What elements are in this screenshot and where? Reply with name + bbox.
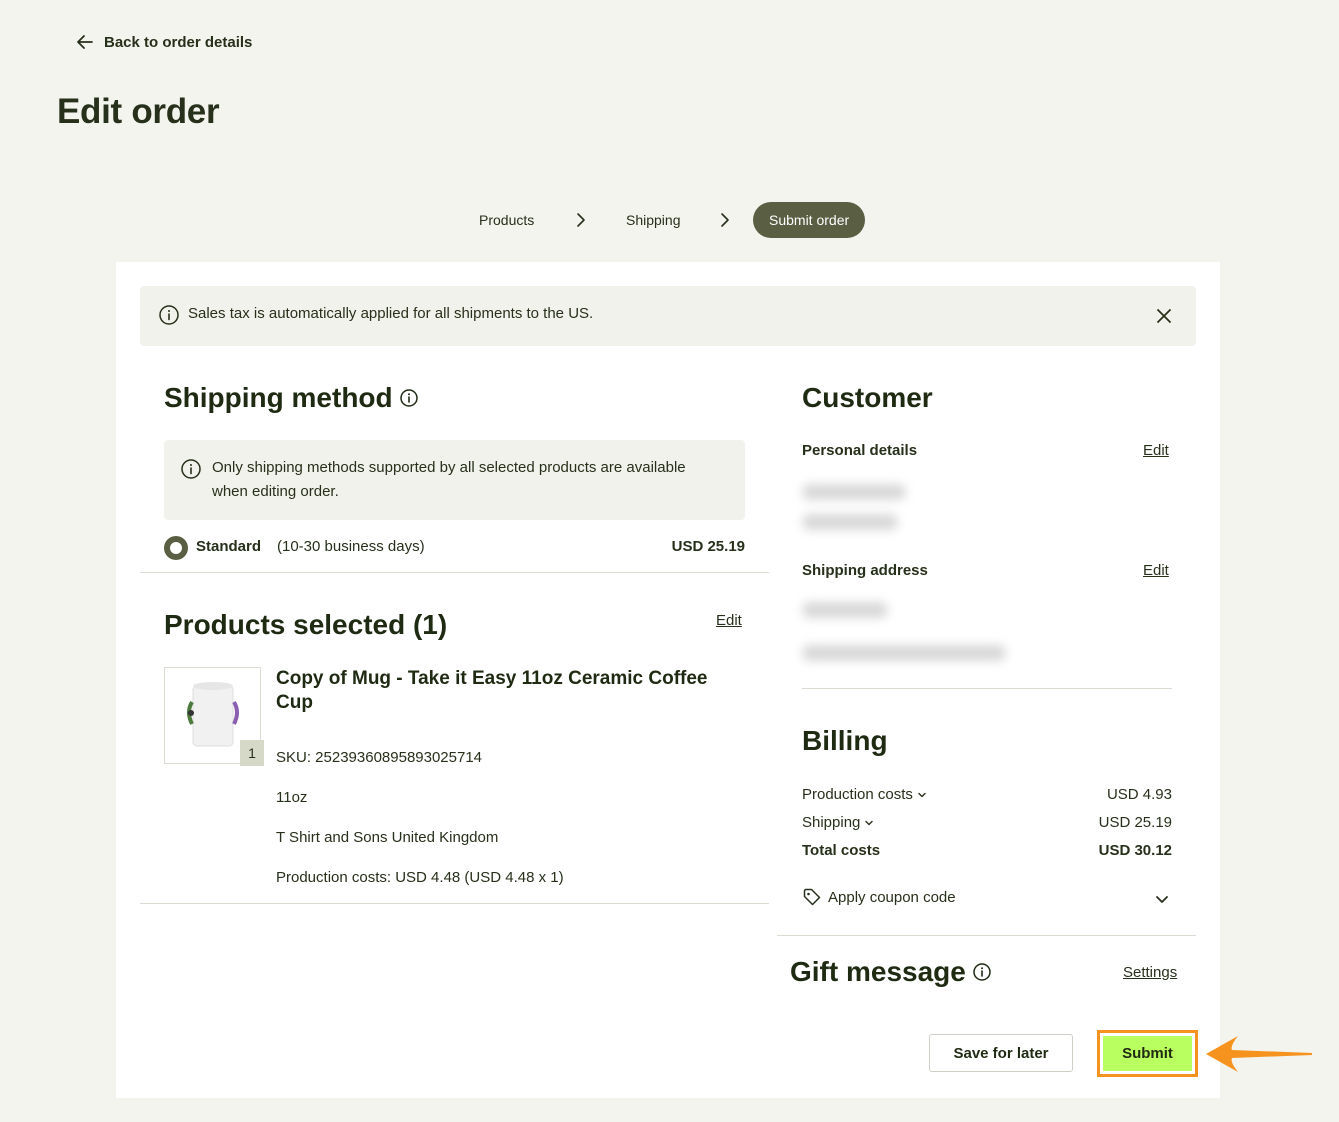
product-title: Copy of Mug - Take it Easy 11oz Ceramic … [276, 667, 746, 715]
arrow-pointer-icon [1206, 1036, 1312, 1072]
apply-coupon-toggle[interactable]: Apply coupon code [802, 887, 956, 907]
divider [777, 935, 1196, 936]
gift-message-heading: Gift message [790, 956, 992, 988]
chevron-down-icon [918, 792, 926, 798]
submit-button[interactable]: Submit [1103, 1036, 1192, 1071]
shipping-address-edit-link[interactable]: Edit [1143, 562, 1169, 579]
notice-line-2: when editing order. [212, 483, 339, 500]
quantity-badge: 1 [240, 740, 264, 766]
gift-message-title: Gift message [790, 956, 966, 987]
step-submit-order[interactable]: Submit order [753, 202, 866, 238]
product-title-line-2: Cup [276, 692, 313, 713]
production-costs-label: Production costs [802, 786, 913, 803]
chevron-down-icon [865, 820, 874, 826]
save-for-later-button[interactable]: Save for later [929, 1034, 1073, 1072]
chevron-right-icon [721, 213, 729, 227]
blurred-address-line-1 [802, 602, 888, 618]
shipping-method-heading: Shipping method [164, 382, 419, 414]
page-title: Edit order [57, 92, 220, 131]
apply-coupon-label: Apply coupon code [828, 888, 956, 906]
back-to-order-details-link[interactable]: Back to order details [76, 33, 252, 51]
arrow-left-icon [77, 35, 93, 49]
shipping-costs-label: Shipping [802, 814, 861, 831]
standard-shipping-days: (10-30 business days) [277, 538, 425, 555]
blurred-customer-name [802, 484, 906, 500]
divider [802, 688, 1172, 689]
product-provider: T Shirt and Sons United Kingdom [276, 829, 499, 846]
notice-line-1: Only shipping methods supported by all s… [212, 459, 686, 476]
products-selected-title: Products selected (1) [164, 609, 448, 640]
standard-shipping-radio[interactable] [164, 536, 188, 560]
info-icon [181, 459, 201, 479]
step-products[interactable]: Products [463, 202, 550, 238]
product-size: 11oz [276, 789, 308, 806]
info-icon[interactable] [399, 388, 419, 408]
total-costs-value: USD 30.12 [1098, 842, 1172, 859]
personal-details-edit-link[interactable]: Edit [1143, 442, 1169, 459]
notice-text: Only shipping methods supported by all s… [212, 456, 732, 504]
total-costs-label: Total costs [802, 842, 881, 859]
divider [140, 903, 769, 904]
gift-settings-link[interactable]: Settings [1123, 964, 1177, 981]
product-production-costs: Production costs: USD 4.48 (USD 4.48 x 1… [276, 869, 564, 886]
standard-shipping-label: Standard [196, 538, 262, 555]
tag-icon [803, 888, 821, 906]
close-icon[interactable] [1154, 306, 1174, 326]
shipping-address-label: Shipping address [802, 562, 928, 579]
shipping-methods-notice: Only shipping methods supported by all s… [164, 440, 745, 520]
info-icon[interactable] [972, 962, 992, 982]
order-stepper: Products Shipping Submit order [0, 202, 1339, 238]
customer-title: Customer [802, 382, 933, 413]
blurred-customer-contact [802, 514, 898, 530]
product-sku: SKU: 25239360895893025714 [276, 749, 483, 766]
blurred-address-line-2 [802, 645, 1006, 661]
info-icon [159, 305, 179, 325]
production-costs-value: USD 4.93 [1106, 786, 1172, 803]
sales-tax-text: Sales tax is automatically applied for a… [188, 305, 594, 322]
shipping-costs-toggle[interactable]: Shipping [802, 814, 874, 831]
shipping-costs-value: USD 25.19 [1098, 814, 1172, 831]
products-edit-link[interactable]: Edit [716, 612, 742, 629]
production-costs-toggle[interactable]: Production costs [802, 786, 927, 803]
sales-tax-banner: Sales tax is automatically applied for a… [140, 286, 1196, 346]
chevron-down-icon[interactable] [1154, 891, 1170, 907]
personal-details-label: Personal details [802, 442, 918, 459]
back-link-label: Back to order details [104, 33, 253, 51]
divider [140, 572, 769, 573]
step-shipping[interactable]: Shipping [610, 202, 697, 238]
chevron-right-icon [577, 213, 585, 227]
billing-title: Billing [802, 725, 888, 756]
standard-shipping-price: USD 25.19 [671, 538, 745, 555]
shipping-method-title: Shipping method [164, 382, 393, 413]
product-title-line-1: Copy of Mug - Take it Easy 11oz Ceramic … [276, 668, 708, 689]
